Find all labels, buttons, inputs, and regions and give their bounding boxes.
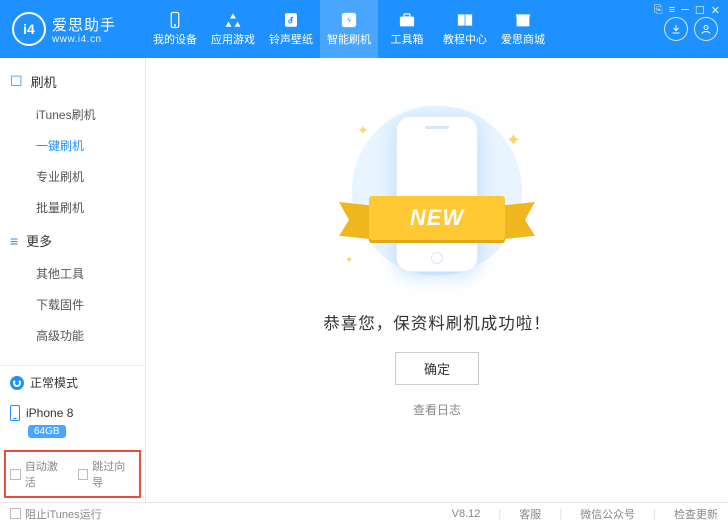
user-button[interactable] (694, 17, 718, 41)
nav-tutorial[interactable]: 教程中心 (436, 0, 494, 58)
download-button[interactable] (664, 17, 688, 41)
checkbox-icon (78, 469, 89, 480)
device-row[interactable]: iPhone 8 (0, 399, 145, 423)
nav-ringtone[interactable]: 铃声壁纸 (262, 0, 320, 58)
sidebar-section-flash[interactable]: ☐ 刷机 (0, 64, 145, 99)
user-icon (700, 23, 712, 35)
sidebar-item-itunes-flash[interactable]: iTunes刷机 (0, 99, 145, 130)
success-illustration: ✦✦✦ NEW (327, 104, 547, 284)
flash-section-icon: ☐ (10, 73, 23, 90)
device-name: iPhone 8 (26, 406, 73, 420)
new-ribbon: NEW (345, 196, 529, 240)
book-icon (455, 11, 475, 29)
footer-link-wechat[interactable]: 微信公众号 (580, 506, 635, 522)
footer-link-support[interactable]: 客服 (519, 506, 541, 522)
apps-icon (223, 11, 243, 29)
store-icon (513, 11, 533, 29)
auto-activate-checkbox[interactable]: 自动激活 (10, 458, 68, 490)
nav-toolbox[interactable]: 工具箱 (378, 0, 436, 58)
ok-button[interactable]: 确定 (395, 352, 479, 385)
nav-label: 应用游戏 (211, 31, 255, 47)
window-controls: ⎘ ≡ ─ ☐ ✕ (654, 4, 720, 17)
nav-label: 铃声壁纸 (269, 31, 313, 47)
view-log-link[interactable]: 查看日志 (413, 401, 461, 418)
device-mode-row[interactable]: 正常模式 (0, 366, 145, 399)
sidebar-item-onekey-flash[interactable]: 一键刷机 (0, 130, 145, 161)
app-header: ⎘ ≡ ─ ☐ ✕ i4 爱思助手 www.i4.cn 我的设备 应用游戏 铃声… (0, 0, 728, 58)
toolbox-icon (397, 11, 417, 29)
logo-area: i4 爱思助手 www.i4.cn (0, 0, 146, 58)
nav-label: 我的设备 (153, 31, 197, 47)
flash-icon (339, 11, 359, 29)
checkbox-label: 自动激活 (25, 458, 68, 490)
nav-my-device[interactable]: 我的设备 (146, 0, 204, 58)
mode-label: 正常模式 (30, 374, 78, 391)
window-btn-1[interactable]: ⎘ (654, 4, 663, 17)
sidebar: ☐ 刷机 iTunes刷机 一键刷机 专业刷机 批量刷机 ≡ 更多 其他工具 下… (0, 58, 146, 502)
section-title-label: 刷机 (31, 72, 57, 91)
checkbox-icon (10, 508, 21, 519)
app-url: www.i4.cn (52, 34, 116, 45)
footer-link-update[interactable]: 检查更新 (674, 506, 718, 522)
nav-label: 爱思商城 (501, 31, 545, 47)
device-storage-badge: 64GB (28, 425, 66, 438)
mode-icon (10, 376, 24, 390)
window-close[interactable]: ✕ (711, 4, 720, 17)
window-maximize[interactable]: ☐ (695, 4, 705, 17)
version-label: V8.12 (452, 508, 481, 520)
success-message: 恭喜您，保资料刷机成功啦！ (323, 310, 551, 334)
phone-icon (165, 11, 185, 29)
window-minimize[interactable]: ─ (681, 4, 689, 17)
footer: 阻止iTunes运行 V8.12 客服 微信公众号 检查更新 (0, 502, 728, 524)
sidebar-item-other-tools[interactable]: 其他工具 (0, 258, 145, 289)
sidebar-item-advanced[interactable]: 高级功能 (0, 320, 145, 351)
checkbox-label: 跳过向导 (92, 458, 135, 490)
nav-label: 教程中心 (443, 31, 487, 47)
app-logo-icon: i4 (12, 12, 46, 46)
device-phone-icon (10, 405, 20, 421)
sidebar-item-download-firmware[interactable]: 下载固件 (0, 289, 145, 320)
sidebar-item-batch-flash[interactable]: 批量刷机 (0, 192, 145, 223)
checkbox-label: 阻止iTunes运行 (25, 506, 102, 522)
top-nav: 我的设备 应用游戏 铃声壁纸 智能刷机 工具箱 教程中心 爱思商城 (146, 0, 552, 58)
more-section-icon: ≡ (10, 233, 18, 249)
download-icon (670, 23, 682, 35)
checkbox-icon (10, 469, 21, 480)
ribbon-label: NEW (369, 196, 505, 240)
skip-guide-checkbox[interactable]: 跳过向导 (78, 458, 136, 490)
options-highlight-box: 自动激活 跳过向导 (4, 450, 141, 498)
block-itunes-checkbox[interactable]: 阻止iTunes运行 (10, 506, 102, 522)
nav-flash[interactable]: 智能刷机 (320, 0, 378, 58)
nav-label: 工具箱 (391, 31, 424, 47)
window-btn-2[interactable]: ≡ (669, 4, 675, 17)
nav-label: 智能刷机 (327, 31, 371, 47)
nav-store[interactable]: 爱思商城 (494, 0, 552, 58)
section-title-label: 更多 (26, 231, 52, 250)
sidebar-section-more[interactable]: ≡ 更多 (0, 223, 145, 258)
phone-illustration-icon (396, 116, 478, 272)
nav-apps[interactable]: 应用游戏 (204, 0, 262, 58)
content-area: ✦✦✦ NEW 恭喜您，保资料刷机成功啦！ 确定 查看日志 (146, 58, 728, 502)
music-icon (281, 11, 301, 29)
app-name: 爱思助手 (52, 14, 116, 35)
sidebar-item-pro-flash[interactable]: 专业刷机 (0, 161, 145, 192)
